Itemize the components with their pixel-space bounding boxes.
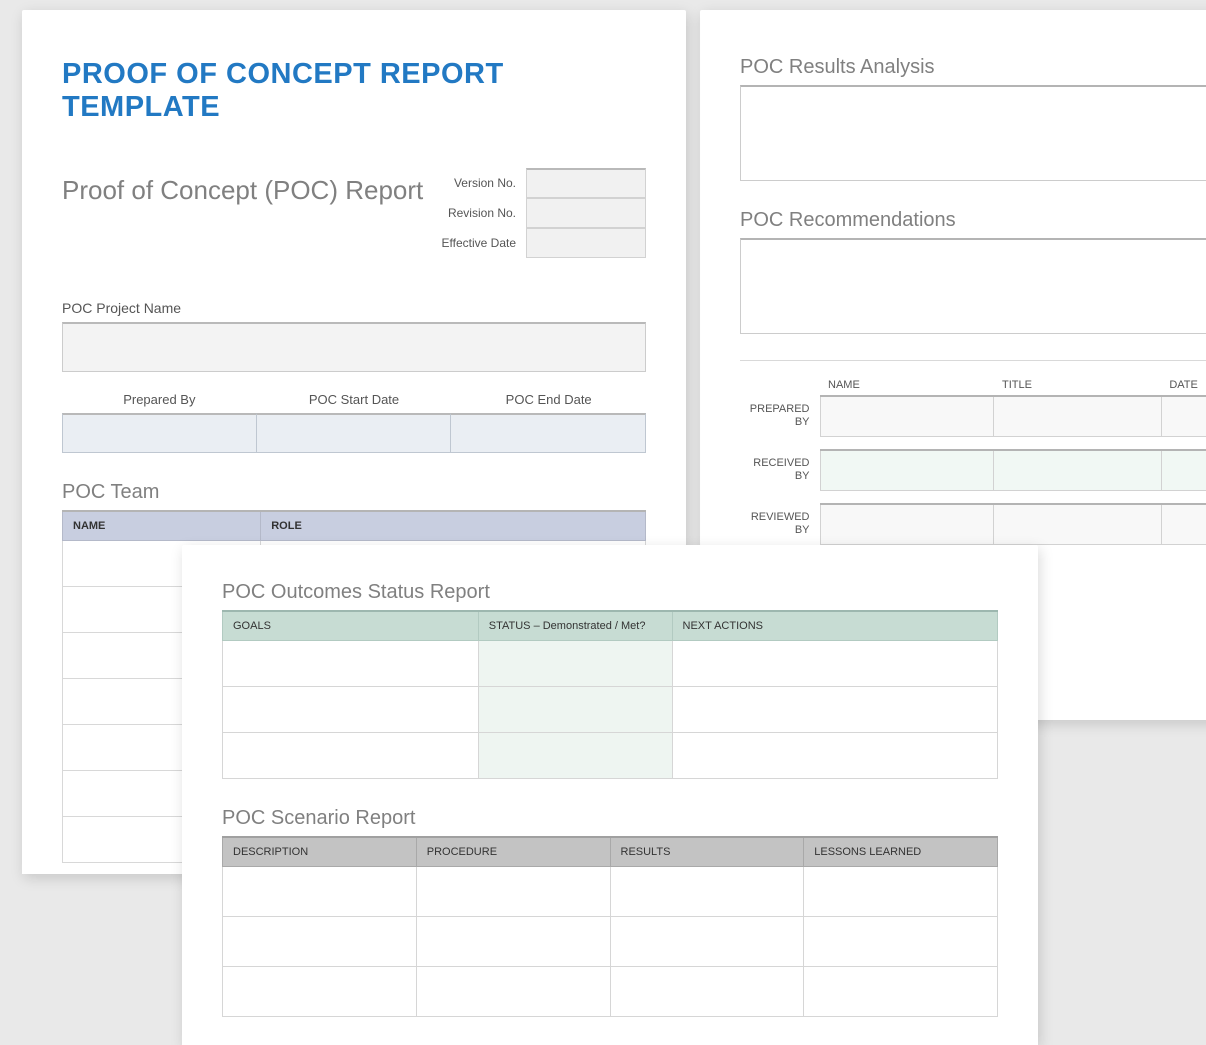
header-row: Proof of Concept (POC) Report Version No… bbox=[62, 168, 646, 258]
results-input[interactable] bbox=[610, 967, 804, 1017]
goals-input[interactable] bbox=[223, 733, 479, 779]
start-date-input[interactable] bbox=[257, 413, 452, 453]
version-label: Version No. bbox=[442, 168, 526, 198]
prepared-by-input[interactable] bbox=[62, 413, 257, 453]
lessons-input[interactable] bbox=[804, 967, 998, 1017]
document-subtitle: Proof of Concept (POC) Report bbox=[62, 174, 432, 207]
received-date-input[interactable] bbox=[1161, 450, 1206, 490]
document-title: PROOF OF CONCEPT REPORT TEMPLATE bbox=[62, 58, 646, 124]
results-textarea[interactable] bbox=[740, 85, 1206, 181]
lessons-input[interactable] bbox=[804, 867, 998, 917]
lessons-input[interactable] bbox=[804, 917, 998, 967]
procedure-input[interactable] bbox=[416, 867, 610, 917]
prepared-date-input[interactable] bbox=[1161, 396, 1206, 436]
table-row bbox=[223, 917, 998, 967]
description-input[interactable] bbox=[223, 867, 417, 917]
outcomes-header-goals: GOALS bbox=[223, 611, 479, 641]
reviewed-name-input[interactable] bbox=[820, 504, 994, 544]
project-name-label: POC Project Name bbox=[62, 300, 646, 316]
results-input[interactable] bbox=[610, 917, 804, 967]
table-row bbox=[223, 641, 998, 687]
table-row bbox=[223, 687, 998, 733]
revision-label: Revision No. bbox=[442, 198, 526, 228]
revision-input[interactable] bbox=[526, 198, 646, 228]
goals-input[interactable] bbox=[223, 641, 479, 687]
next-actions-input[interactable] bbox=[672, 733, 998, 779]
table-row bbox=[223, 967, 998, 1017]
procedure-input[interactable] bbox=[416, 917, 610, 967]
prepared-by-rowlabel: PREPARED BY bbox=[740, 396, 820, 436]
recommendations-textarea[interactable] bbox=[740, 238, 1206, 334]
results-input[interactable] bbox=[610, 867, 804, 917]
scenario-table: DESCRIPTION PROCEDURE RESULTS LESSONS LE… bbox=[222, 836, 998, 1017]
scenario-header-description: DESCRIPTION bbox=[223, 837, 417, 867]
table-row bbox=[223, 733, 998, 779]
description-input[interactable] bbox=[223, 917, 417, 967]
end-date-input[interactable] bbox=[451, 413, 646, 453]
description-input[interactable] bbox=[223, 967, 417, 1017]
divider bbox=[740, 360, 1206, 361]
team-header-name: NAME bbox=[63, 511, 261, 541]
received-title-input[interactable] bbox=[994, 450, 1161, 490]
reviewed-title-input[interactable] bbox=[994, 504, 1161, 544]
outcomes-table: GOALS STATUS – Demonstrated / Met? NEXT … bbox=[222, 610, 998, 779]
effective-date-input[interactable] bbox=[526, 228, 646, 258]
scenario-header-results: RESULTS bbox=[610, 837, 804, 867]
status-input[interactable] bbox=[478, 687, 672, 733]
reviewed-by-rowlabel: REVIEWED BY bbox=[740, 504, 820, 544]
scenario-header-lessons: LESSONS LEARNED bbox=[804, 837, 998, 867]
scenario-title: POC Scenario Report bbox=[222, 807, 998, 830]
next-actions-input[interactable] bbox=[672, 641, 998, 687]
next-actions-input[interactable] bbox=[672, 687, 998, 733]
scenario-header-procedure: PROCEDURE bbox=[416, 837, 610, 867]
results-title: POC Results Analysis bbox=[740, 56, 1206, 79]
status-input[interactable] bbox=[478, 733, 672, 779]
recommendations-title: POC Recommendations bbox=[740, 209, 1206, 232]
sign-header-date: DATE bbox=[1161, 375, 1206, 396]
sign-header-title: TITLE bbox=[994, 375, 1161, 396]
procedure-input[interactable] bbox=[416, 967, 610, 1017]
prepared-name-input[interactable] bbox=[820, 396, 994, 436]
sign-header-name: NAME bbox=[820, 375, 994, 396]
page-3: POC Outcomes Status Report GOALS STATUS … bbox=[182, 545, 1038, 1045]
table-row bbox=[223, 867, 998, 917]
triple-row: Prepared By POC Start Date POC End Date bbox=[62, 386, 646, 453]
received-by-rowlabel: RECEIVED BY bbox=[740, 450, 820, 490]
effective-date-label: Effective Date bbox=[442, 228, 526, 258]
signoff-table: NAME TITLE DATE PREPARED BY RECEIVED BY … bbox=[740, 375, 1206, 545]
outcomes-header-next: NEXT ACTIONS bbox=[672, 611, 998, 641]
team-header-role: ROLE bbox=[261, 511, 646, 541]
status-input[interactable] bbox=[478, 641, 672, 687]
outcomes-title: POC Outcomes Status Report bbox=[222, 581, 998, 604]
version-input[interactable] bbox=[526, 168, 646, 198]
start-date-label: POC Start Date bbox=[257, 386, 452, 413]
meta-table: Version No. Revision No. Effective Date bbox=[442, 168, 646, 258]
goals-input[interactable] bbox=[223, 687, 479, 733]
end-date-label: POC End Date bbox=[451, 386, 646, 413]
prepared-title-input[interactable] bbox=[994, 396, 1161, 436]
team-section-title: POC Team bbox=[62, 481, 646, 504]
project-name-input[interactable] bbox=[62, 322, 646, 372]
reviewed-date-input[interactable] bbox=[1161, 504, 1206, 544]
received-name-input[interactable] bbox=[820, 450, 994, 490]
outcomes-header-status: STATUS – Demonstrated / Met? bbox=[478, 611, 672, 641]
prepared-by-label: Prepared By bbox=[62, 386, 257, 413]
